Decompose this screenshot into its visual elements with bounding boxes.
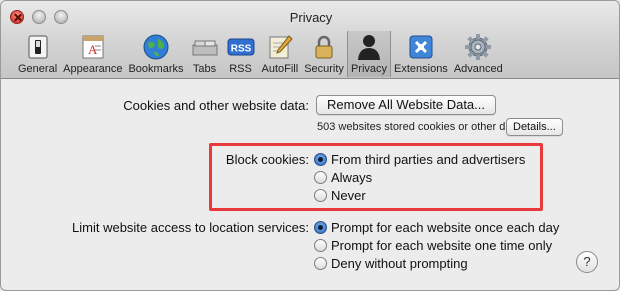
radio-label: From third parties and advertisers <box>331 151 526 167</box>
toolbar: Privacy General A Appearance Bookmarks T… <box>1 1 619 79</box>
help-button[interactable]: ? <box>576 251 598 273</box>
radio-label: Deny without prompting <box>331 255 468 271</box>
tab-tabs[interactable]: Tabs <box>187 31 223 77</box>
block-cookies-label: Block cookies: <box>225 152 309 167</box>
tab-general-label: General <box>18 63 58 75</box>
radio-label: Prompt for each website once each day <box>331 219 560 235</box>
radio-icon <box>314 238 327 252</box>
globe-icon <box>141 32 171 62</box>
tab-general[interactable]: General <box>15 31 60 77</box>
location-option-deny[interactable]: Deny without prompting <box>314 254 559 272</box>
tab-autofill-label: AutoFill <box>261 63 299 75</box>
tab-privacy-label: Privacy <box>350 63 387 75</box>
preferences-window: Privacy General A Appearance Bookmarks T… <box>0 0 620 291</box>
preferences-tabs: General A Appearance Bookmarks Tabs RSS … <box>15 31 506 77</box>
radio-icon <box>314 170 327 184</box>
tab-extensions-label: Extensions <box>394 63 448 75</box>
rss-icon: RSS <box>226 32 256 62</box>
tab-advanced[interactable]: Advanced <box>451 31 506 77</box>
radio-label: Never <box>331 187 366 203</box>
remove-all-website-data-button[interactable]: Remove All Website Data... <box>316 95 496 115</box>
block-cookies-option-third-parties[interactable]: From third parties and advertisers <box>314 150 525 168</box>
gear-icon <box>463 32 493 62</box>
radio-selected-icon <box>314 220 327 234</box>
radio-icon <box>314 256 327 270</box>
radio-label: Always <box>331 169 373 185</box>
cookies-label: Cookies and other website data: <box>123 98 309 113</box>
tabs-icon <box>190 32 220 62</box>
tab-rss-label: RSS <box>229 63 252 75</box>
radio-selected-icon <box>314 152 327 166</box>
details-button[interactable]: Details... <box>506 118 563 136</box>
location-option-one-time-only[interactable]: Prompt for each website one time only <box>314 236 559 254</box>
puzzle-icon <box>406 32 436 62</box>
location-radio-group: Prompt for each website once each day Pr… <box>314 218 559 272</box>
tab-extensions[interactable]: Extensions <box>391 31 451 77</box>
tab-security-label: Security <box>304 63 344 75</box>
block-cookies-option-never[interactable]: Never <box>314 186 525 204</box>
tab-bookmarks[interactable]: Bookmarks <box>125 31 186 77</box>
tab-autofill[interactable]: AutoFill <box>259 31 302 77</box>
tab-advanced-label: Advanced <box>453 63 503 75</box>
switch-icon <box>23 32 53 62</box>
location-option-once-each-day[interactable]: Prompt for each website once each day <box>314 218 559 236</box>
block-cookies-radio-group: From third parties and advertisers Alway… <box>314 150 525 204</box>
tab-rss[interactable]: RSS RSS <box>223 31 259 77</box>
tab-bookmarks-label: Bookmarks <box>128 63 184 75</box>
tab-security[interactable]: Security <box>301 31 347 77</box>
person-icon <box>354 32 384 62</box>
location-services-label: Limit website access to location service… <box>72 220 309 235</box>
privacy-pane: Cookies and other website data: Remove A… <box>1 79 619 290</box>
tab-privacy[interactable]: Privacy <box>346 31 391 77</box>
block-cookies-option-always[interactable]: Always <box>314 168 525 186</box>
tab-appearance[interactable]: A Appearance <box>60 31 125 77</box>
tab-tabs-label: Tabs <box>192 63 217 75</box>
pencil-icon <box>265 32 295 62</box>
window-title: Privacy <box>289 10 333 25</box>
cookies-info-text: 503 websites stored cookies or other dat… <box>317 121 521 133</box>
svg-text:RSS: RSS <box>230 44 251 55</box>
tab-appearance-label: Appearance <box>63 63 123 75</box>
lock-icon <box>309 32 339 62</box>
radio-icon <box>314 188 327 202</box>
radio-label: Prompt for each website one time only <box>331 237 553 253</box>
font-icon: A <box>78 32 108 62</box>
